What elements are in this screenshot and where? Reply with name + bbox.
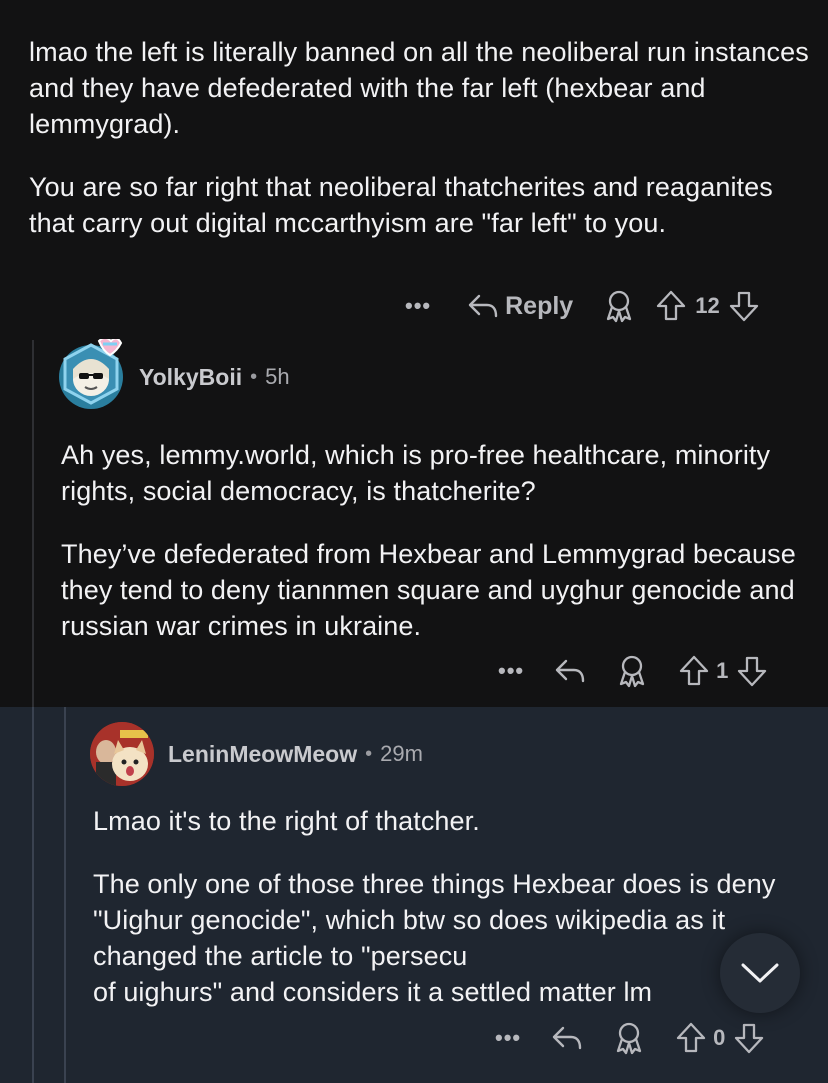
award-button[interactable]: [616, 654, 648, 688]
downvote-button[interactable]: [736, 654, 768, 688]
comment-paragraph: lmao the left is literally banned on all…: [29, 37, 809, 139]
comment-header: YolkyBoii • 5h: [59, 339, 290, 409]
reply-button[interactable]: [551, 1023, 583, 1053]
comment-actions: ••• 0: [495, 1018, 765, 1058]
comment-body: Ah yes, lemmy.world, which is pro-free h…: [61, 437, 801, 644]
avatar-image: [90, 722, 154, 786]
reply-icon: [468, 294, 498, 318]
award-button[interactable]: [603, 289, 635, 323]
upvote-icon: [679, 655, 709, 686]
award-icon: [607, 290, 632, 323]
avatar[interactable]: [59, 339, 123, 409]
more-options-button[interactable]: •••: [495, 1025, 521, 1051]
reply-button[interactable]: [554, 656, 586, 686]
separator: •: [365, 742, 373, 765]
comment-body: lmao the left is literally banned on all…: [29, 34, 809, 241]
thread-line[interactable]: [64, 707, 66, 1083]
downvote-icon: [729, 291, 758, 322]
comment-header: LeninMeowMeow • 29m: [90, 722, 423, 786]
downvote-button[interactable]: [728, 289, 760, 323]
separator: •: [250, 365, 258, 388]
avatar[interactable]: [90, 722, 154, 786]
downvote-icon: [738, 656, 767, 687]
more-options-button[interactable]: •••: [405, 293, 431, 319]
comment-paragraph: of uighurs" and considers it a settled m…: [93, 977, 653, 1007]
downvote-icon: [735, 1023, 764, 1054]
upvote-button[interactable]: [678, 654, 710, 688]
award-button[interactable]: [613, 1021, 645, 1055]
username[interactable]: LeninMeowMeow: [168, 741, 357, 768]
avatar-image: [63, 339, 123, 405]
reply-label: Reply: [505, 291, 574, 320]
comment-paragraph: Ah yes, lemmy.world, which is pro-free h…: [61, 440, 771, 506]
award-icon: [619, 655, 645, 688]
reply-icon: [552, 1026, 582, 1050]
timestamp: 5h: [265, 364, 290, 389]
more-options-button[interactable]: •••: [498, 658, 524, 684]
vote-score: 0: [713, 1025, 726, 1050]
comment-paragraph: Lmao it's to the right of thatcher.: [93, 806, 480, 836]
upvote-icon: [657, 290, 686, 321]
username[interactable]: YolkyBoii: [139, 364, 242, 391]
reply-icon: [555, 659, 585, 683]
upvote-button[interactable]: [655, 289, 687, 323]
thread-line[interactable]: [32, 707, 34, 1083]
downvote-button[interactable]: [733, 1021, 765, 1055]
chevron-down-icon: [741, 963, 779, 983]
vote-score: 12: [695, 293, 720, 318]
reply-button[interactable]: Reply: [467, 291, 573, 321]
comment-paragraph: They’ve defederated from Hexbear and Lem…: [61, 539, 796, 641]
comment-paragraph: You are so far right that neoliberal tha…: [29, 172, 773, 238]
comment-actions: ••• 1: [498, 651, 768, 691]
upvote-icon: [676, 1022, 706, 1053]
upvote-button[interactable]: [675, 1021, 707, 1055]
vote-score: 1: [716, 658, 729, 683]
comment-actions: ••• Reply 12: [405, 286, 760, 326]
timestamp: 29m: [380, 741, 423, 766]
award-icon: [616, 1022, 642, 1055]
scroll-next-button[interactable]: [720, 933, 800, 1013]
